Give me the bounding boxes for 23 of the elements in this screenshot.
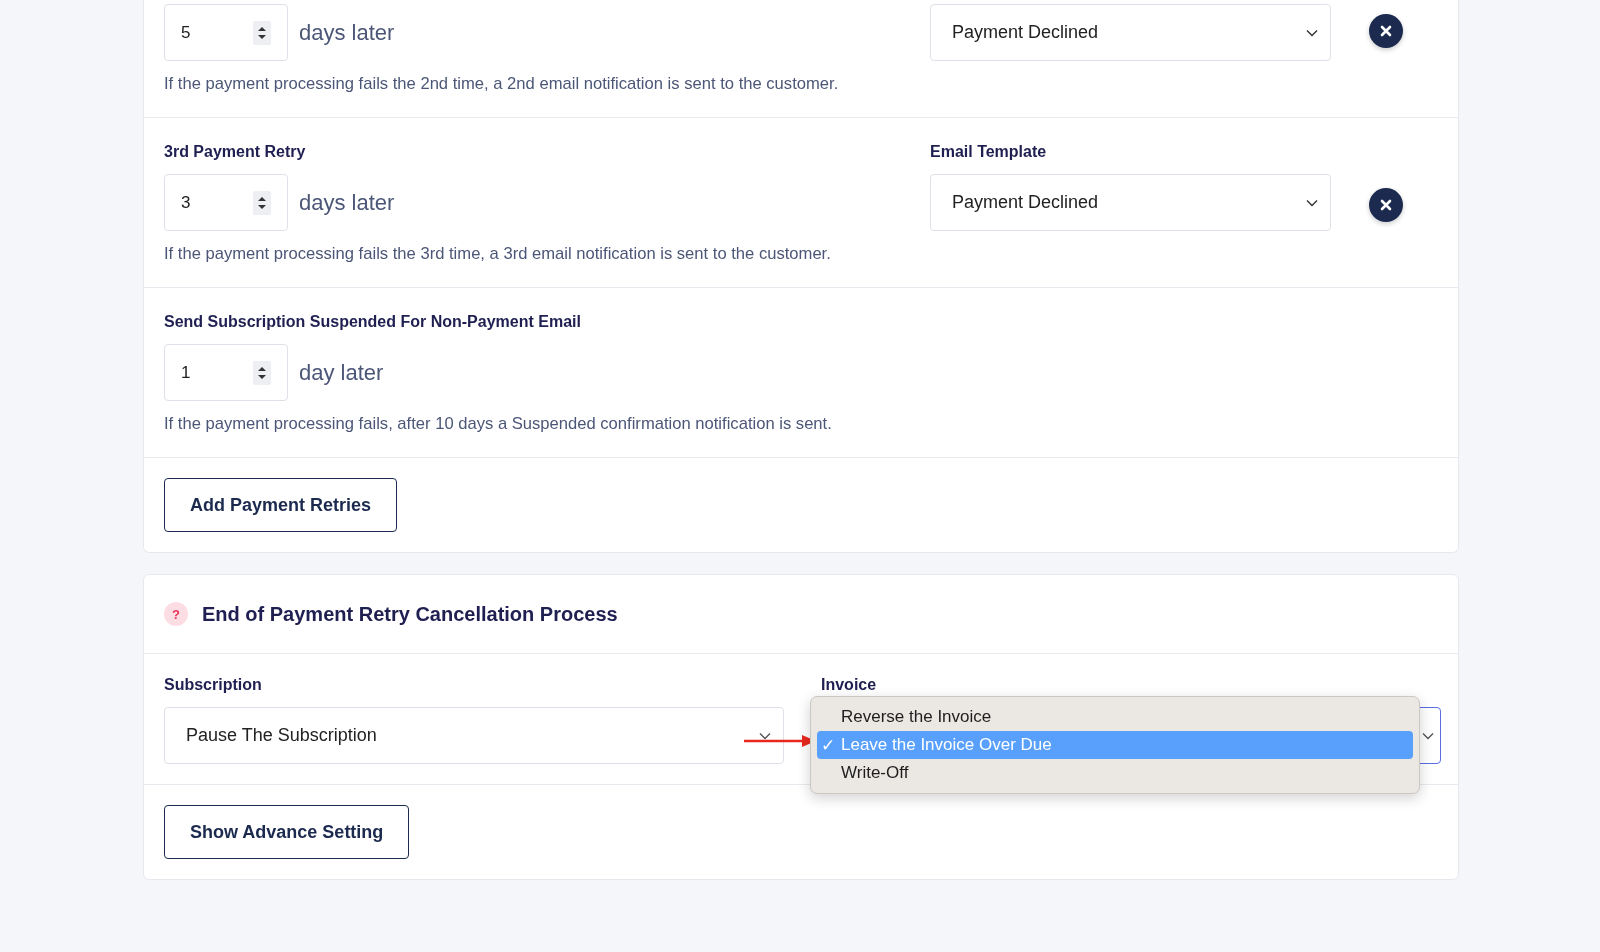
number-input[interactable]: 1	[164, 344, 288, 401]
section-title: End of Payment Retry Cancellation Process	[202, 602, 618, 626]
help-icon: ?	[164, 602, 188, 626]
unit-label: day later	[299, 359, 384, 386]
field-label: Send Subscription Suspended For Non-Payment Email	[164, 313, 582, 331]
template-select[interactable]: Payment Declined	[930, 4, 1331, 61]
field-label: Email Template	[930, 143, 1048, 161]
field-label: Subscription	[164, 676, 263, 694]
help-text: If the payment processing fails the 2nd time, a 2nd email notification is sent to the customer.	[164, 74, 840, 94]
help-text: If the payment processing fails, after 10 days a Suspended confirmation notification is sent.	[164, 414, 833, 434]
template-select[interactable]: Payment Declined	[930, 174, 1331, 231]
subscription-select[interactable]: Pause The Subscription	[164, 707, 784, 764]
field-label: Invoice	[821, 676, 878, 694]
unit-label: days later	[299, 19, 395, 46]
field-label: 3rd Payment Retry	[164, 143, 307, 161]
menu-option[interactable]: Reverse the Invoice	[817, 703, 1413, 731]
number-input[interactable]: 3	[164, 174, 288, 231]
help-text: If the payment processing fails the 3rd time, a 3rd email notification is sent to the customer.	[164, 244, 832, 264]
add-retries-button[interactable]: Add Payment Retries	[164, 478, 398, 532]
advanced-setting-button[interactable]: Show Advance Setting	[164, 805, 410, 859]
menu-option[interactable]: Write-Off	[817, 759, 1413, 787]
number-input[interactable]: 5	[164, 4, 288, 61]
unit-label: days later	[299, 189, 395, 216]
